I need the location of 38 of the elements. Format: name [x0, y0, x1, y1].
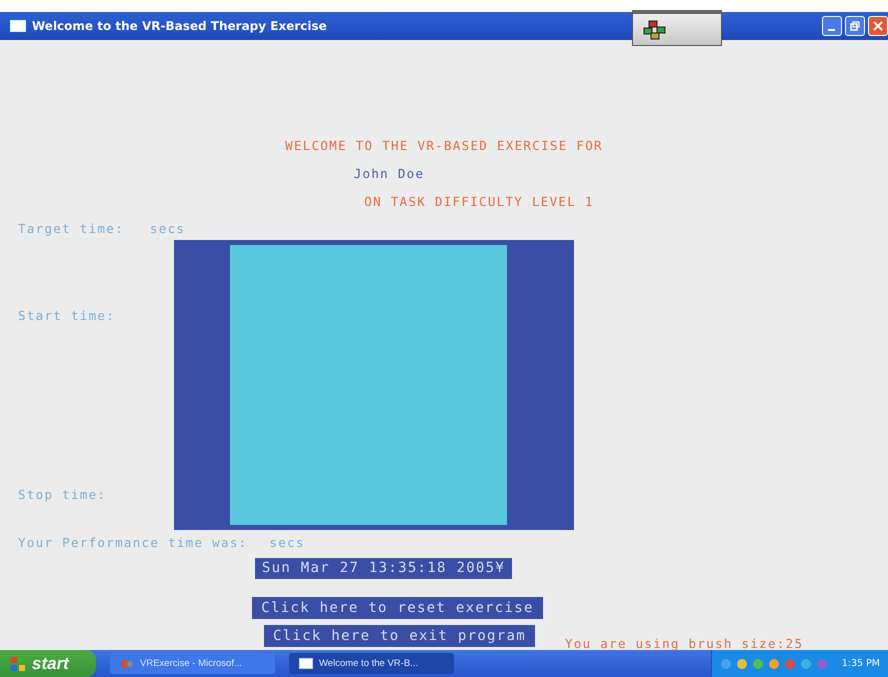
taskbar-item[interactable]: VRExercise - Microsof... [110, 653, 275, 674]
tray-icon[interactable] [752, 658, 764, 670]
tray-icon[interactable] [800, 658, 812, 670]
restore-icon [850, 21, 860, 31]
performance-time-label: Your Performance time was: [18, 534, 248, 550]
minimize-button[interactable] [822, 16, 842, 36]
stop-time-label: Stop time: [18, 487, 108, 502]
start-time-label: Start time: [18, 308, 116, 323]
app-icon [120, 658, 134, 670]
exit-button[interactable]: Click here to exit program [264, 625, 535, 647]
performance-time-value: secs [269, 534, 305, 550]
clock: 1:35 PM [842, 658, 880, 669]
welcome-heading: WELCOME TO THE VR-BASED EXERCISE FOR [284, 137, 604, 155]
reset-button[interactable]: Click here to reset exercise [252, 597, 543, 619]
start-button[interactable]: start [0, 650, 96, 677]
date-display: Sun Mar 27 13:35:18 2005¥ [255, 558, 512, 579]
target-time-value: secs [150, 220, 186, 236]
window-icon [10, 20, 26, 32]
window-title: Welcome to the VR-Based Therapy Exercise [32, 19, 327, 33]
target-time-label: Target time: [18, 220, 124, 236]
tray-icon[interactable] [720, 658, 732, 670]
tray-icon[interactable] [816, 658, 828, 670]
tray-icon[interactable] [768, 658, 780, 670]
close-button[interactable] [868, 16, 888, 36]
drawing-canvas[interactable] [174, 240, 574, 530]
tray-icon[interactable] [736, 658, 748, 670]
minimize-icon [828, 29, 834, 31]
window-icon [299, 658, 313, 669]
taskbar-item[interactable]: Welcome to the VR-B... [289, 653, 454, 674]
brush-size-status: You are using brush size:25 [565, 636, 804, 651]
close-icon [873, 21, 883, 31]
network-icon [643, 20, 667, 40]
patient-name: John Doe [352, 165, 426, 183]
floating-toolbar[interactable] [632, 10, 722, 46]
welcome-heading: ON TASK DIFFICULTY LEVEL 1 [363, 193, 595, 211]
windows-logo-icon [10, 656, 26, 672]
tray-icon[interactable] [784, 658, 796, 670]
restore-button[interactable] [845, 16, 865, 36]
